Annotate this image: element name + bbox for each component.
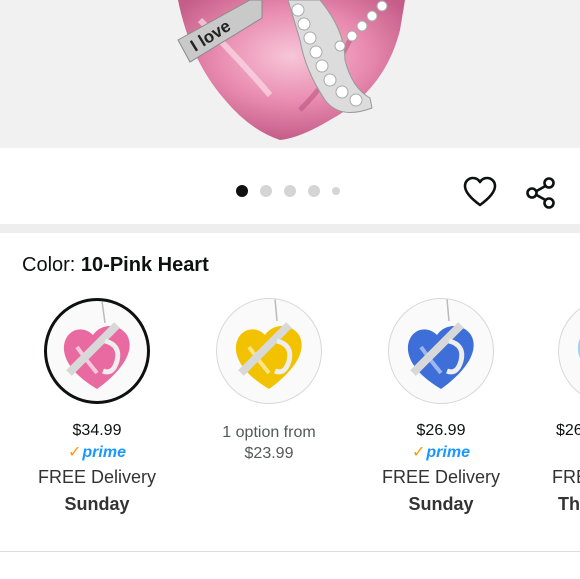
- share-button[interactable]: [524, 176, 558, 210]
- share-icon: [526, 177, 555, 209]
- color-swatch-blue[interactable]: $26.99 ✓prime FREE Delivery Sunday: [356, 298, 526, 515]
- bottom-divider: [0, 551, 580, 552]
- color-swatch-pink[interactable]: $34.99 ✓prime FREE Delivery Sunday: [12, 298, 182, 515]
- swatch-price: $26: [556, 422, 580, 439]
- variation-label-key: Color:: [22, 254, 76, 276]
- pagination-dot[interactable]: [308, 185, 320, 197]
- swatch-delivery: FREE Delivery: [37, 467, 157, 487]
- swatch-delivery-day: Th: [558, 494, 580, 514]
- prime-label: prime: [82, 444, 126, 461]
- image-pagination[interactable]: [236, 185, 340, 197]
- heart-outline-icon: [463, 176, 497, 207]
- swatch-delivery-day: Sunday: [408, 494, 474, 514]
- color-swatch-light-blue[interactable]: $26 FRE Th: [528, 298, 580, 515]
- section-divider: [0, 224, 580, 233]
- prime-check-icon: ✓: [68, 444, 82, 461]
- variation-selected-value: 10-Pink Heart: [80, 254, 209, 276]
- swatch-image: [388, 298, 494, 404]
- swatch-delivery-day: Sunday: [64, 494, 130, 514]
- product-image[interactable]: I love: [0, 0, 580, 148]
- pagination-dot[interactable]: [332, 187, 340, 195]
- swatch-price: $34.99: [72, 422, 122, 439]
- wishlist-button[interactable]: [463, 176, 497, 208]
- swatch-price-from: $23.99: [244, 445, 294, 462]
- prime-badge: [556, 442, 580, 464]
- swatch-delivery: FRE: [552, 467, 580, 487]
- swatch-image: [216, 298, 322, 404]
- swatch-image: [558, 298, 580, 404]
- prime-badge: ✓prime: [356, 442, 526, 464]
- swatch-clip: $26 FRE Th: [528, 298, 580, 548]
- pagination-dot[interactable]: [260, 185, 272, 197]
- swatch-price: $26.99: [416, 422, 466, 439]
- pagination-dot[interactable]: [284, 185, 296, 197]
- swatch-image: [44, 298, 150, 404]
- prime-label: prime: [426, 444, 470, 461]
- color-swatch-yellow[interactable]: 1 option from $23.99: [184, 298, 354, 464]
- prime-check-icon: ✓: [412, 444, 426, 461]
- swatch-option-count: 1 option from: [222, 424, 316, 441]
- swatch-delivery: FREE Delivery: [381, 467, 501, 487]
- variation-label: Color: 10-Pink Heart: [22, 254, 209, 277]
- prime-badge: ✓prime: [12, 442, 182, 464]
- pagination-dot-active[interactable]: [236, 185, 248, 197]
- gallery-controls: [0, 148, 580, 224]
